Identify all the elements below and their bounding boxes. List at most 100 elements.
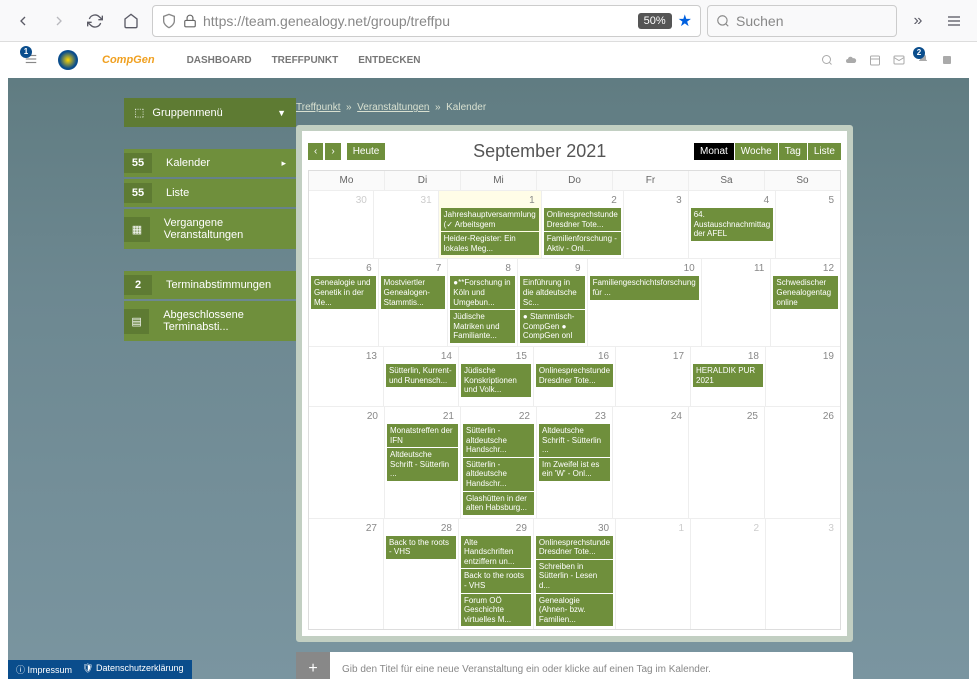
calendar-cell[interactable]: 30Onlinesprechstunde Dresdner Tote...Sch… <box>534 518 616 630</box>
nav-entdecken[interactable]: ENTDECKEN <box>358 55 420 66</box>
calendar-cell[interactable]: 1 <box>616 518 691 630</box>
calendar-cell[interactable]: 19 <box>766 346 840 406</box>
calendar-event[interactable]: Mostviertler Genealogen-Stammtis... <box>381 276 446 309</box>
calendar-event[interactable]: Im Zweifel ist es ein 'W' - Onl... <box>539 458 610 481</box>
cal-prev-button[interactable]: ‹ <box>308 143 323 160</box>
reload-button[interactable] <box>80 6 110 36</box>
calendar-event[interactable]: Back to the roots - VHS <box>461 569 531 592</box>
calendar-event[interactable]: 64. Austauschnachmittag der AFEL <box>691 208 773 241</box>
group-menu-button[interactable]: ⬚ Gruppenmenü ▼ <box>124 98 296 127</box>
view-liste[interactable]: Liste <box>808 143 841 160</box>
calendar-cell[interactable]: 16Onlinesprechstunde Dresdner Tote... <box>534 346 616 406</box>
calendar-event[interactable]: ●**Forschung in Köln und Umgebun... <box>450 276 515 309</box>
overflow-chevrons-icon[interactable]: » <box>903 6 933 36</box>
calendar-event[interactable]: Glashütten in der alten Habsburg... <box>463 492 534 515</box>
calendar-event[interactable]: Onlinesprechstunde Dresdner Tote... <box>536 364 613 387</box>
calendar-cell[interactable]: 21Monatstreffen der IFNAltdeutsche Schri… <box>385 406 461 518</box>
calendar-cell[interactable]: 8●**Forschung in Köln und Umgebun...Jüdi… <box>448 258 518 346</box>
calendar-cell[interactable]: 1Jahreshauptversammlung (✓ ArbeitsgemHei… <box>439 190 542 258</box>
calendar-event[interactable]: Jüdische Konskriptionen und Volk... <box>461 364 531 397</box>
calendar-event[interactable]: Schwedischer Genealogentag online <box>773 276 838 309</box>
calendar-event[interactable]: Genealogie und Genetik in der Me... <box>311 276 376 309</box>
home-button[interactable] <box>116 6 146 36</box>
sidebar-liste[interactable]: 55 Liste <box>124 179 296 207</box>
calendar-cell[interactable]: 28Back to the roots - VHS <box>384 518 459 630</box>
calendar-cell[interactable]: 31 <box>374 190 439 258</box>
view-monat[interactable]: Monat <box>694 143 734 160</box>
calendar-event[interactable]: Einführung in die altdeutsche Sc... <box>520 276 585 309</box>
logo-icon[interactable] <box>58 50 78 70</box>
sidebar-abgeschlossen[interactable]: ▤ Abgeschlossene Terminabsti... <box>124 301 296 341</box>
calendar-event[interactable]: ● Stammtisch-CompGen ● CompGen onl <box>520 310 585 343</box>
brand-text[interactable]: CompGen <box>102 54 155 66</box>
calendar-cell[interactable]: 26 <box>765 406 840 518</box>
sidebar-kalender[interactable]: 55 Kalender ▸ <box>124 149 296 177</box>
calendar-event[interactable]: Onlinesprechstunde Dresdner Tote... <box>536 536 613 559</box>
calendar-event[interactable]: Monatstreffen der IFN <box>387 424 458 447</box>
calendar-cell[interactable]: 25 <box>689 406 765 518</box>
sidebar-vergangene[interactable]: ▦ Vergangene Veranstaltungen <box>124 209 296 249</box>
calendar-event[interactable]: Forum OÖ Geschichte virtuelles M... <box>461 594 531 627</box>
calendar-event[interactable]: Schreiben in Sütterlin - Lesen d... <box>536 560 613 593</box>
calendar-event[interactable]: Jahreshauptversammlung (✓ Arbeitsgem <box>441 208 539 231</box>
calendar-event[interactable]: Heider-Register: Ein lokales Meg... <box>441 232 539 255</box>
avatar-icon[interactable] <box>941 54 953 66</box>
address-bar[interactable]: https://team.genealogy.net/group/treffpu… <box>152 5 701 37</box>
calendar-event[interactable]: Genealogie (Ahnen- bzw. Familien... <box>536 594 613 627</box>
nav-dashboard[interactable]: DASHBOARD <box>187 55 252 66</box>
plus-icon[interactable]: + <box>296 652 330 679</box>
calendar-cell[interactable]: 22Sütterlin - altdeutsche Handschr...Süt… <box>461 406 537 518</box>
zoom-level[interactable]: 50% <box>638 13 672 29</box>
calendar-cell[interactable]: 27 <box>309 518 384 630</box>
calendar-cell[interactable]: 17 <box>616 346 691 406</box>
calendar-event[interactable]: Onlinesprechstunde Dresdner Tote... <box>544 208 621 231</box>
footer-datenschutz[interactable]: 🛡 Datenschutzerklärung <box>82 663 184 676</box>
view-tag[interactable]: Tag <box>779 143 807 160</box>
calendar-event[interactable]: Familienforschung - Aktiv - Onl... <box>544 232 621 255</box>
calendar-cell[interactable]: 12Schwedischer Genealogentag online <box>771 258 840 346</box>
search-icon[interactable] <box>821 54 833 66</box>
sidebar-termin[interactable]: 2 Terminabstimmungen <box>124 271 296 299</box>
forward-button[interactable] <box>44 6 74 36</box>
back-button[interactable] <box>8 6 38 36</box>
calendar-cell[interactable]: 3 <box>624 190 689 258</box>
breadcrumb-link[interactable]: Treffpunkt <box>296 102 340 113</box>
calendar-cell[interactable]: 20 <box>309 406 385 518</box>
calendar-event[interactable]: Sütterlin - altdeutsche Handschr... <box>463 424 534 457</box>
calendar-event[interactable]: Sütterlin, Kurrent- und Runensch... <box>386 364 456 387</box>
calendar-cell[interactable]: 6Genealogie und Genetik in der Me... <box>309 258 379 346</box>
bookmark-star-icon[interactable]: ★ <box>678 11 692 31</box>
calendar-cell[interactable]: 18HERALDIK PUR 2021 <box>691 346 766 406</box>
calendar-cell[interactable]: 464. Austauschnachmittag der AFEL <box>689 190 776 258</box>
calendar-cell[interactable]: 9Einführung in die altdeutsche Sc...● St… <box>518 258 588 346</box>
menu-icon[interactable] <box>939 6 969 36</box>
calendar-cell[interactable]: 29Alte Handschriften entziffern un...Bac… <box>459 518 534 630</box>
calendar-event[interactable]: Altdeutsche Schrift - Sütterlin ... <box>539 424 610 457</box>
breadcrumb-link[interactable]: Veranstaltungen <box>357 102 429 113</box>
calendar-event[interactable]: HERALDIK PUR 2021 <box>693 364 763 387</box>
calendar-icon[interactable] <box>869 54 881 66</box>
calendar-cell[interactable]: 10Familiengeschichtsforschung für ... <box>588 258 702 346</box>
footer-impressum[interactable]: ⓘ Impressum <box>16 663 72 676</box>
cal-next-button[interactable]: › <box>325 143 340 160</box>
calendar-cell[interactable]: 3 <box>766 518 840 630</box>
cloud-icon[interactable] <box>845 54 857 66</box>
calendar-cell[interactable]: 23Altdeutsche Schrift - Sütterlin ...Im … <box>537 406 613 518</box>
calendar-event[interactable]: Sütterlin - altdeutsche Handschr... <box>463 458 534 491</box>
calendar-cell[interactable]: 14Sütterlin, Kurrent- und Runensch... <box>384 346 459 406</box>
calendar-event[interactable]: Familiengeschichtsforschung für ... <box>590 276 699 299</box>
add-event-bar[interactable]: + Gib den Titel für eine neue Veranstalt… <box>296 652 853 679</box>
calendar-cell[interactable]: 15Jüdische Konskriptionen und Volk... <box>459 346 534 406</box>
view-woche[interactable]: Woche <box>735 143 778 160</box>
calendar-cell[interactable]: 7Mostviertler Genealogen-Stammtis... <box>379 258 449 346</box>
calendar-cell[interactable]: 30 <box>309 190 374 258</box>
calendar-cell[interactable]: 24 <box>613 406 689 518</box>
calendar-event[interactable]: Back to the roots - VHS <box>386 536 456 559</box>
calendar-cell[interactable]: 5 <box>776 190 840 258</box>
calendar-event[interactable]: Jüdische Matriken und Familiante... <box>450 310 515 343</box>
browser-search[interactable]: Suchen <box>707 5 897 37</box>
mail-icon[interactable] <box>893 54 905 66</box>
calendar-cell[interactable]: 11 <box>702 258 772 346</box>
calendar-cell[interactable]: 13 <box>309 346 384 406</box>
calendar-event[interactable]: Altdeutsche Schrift - Sütterlin ... <box>387 448 458 481</box>
